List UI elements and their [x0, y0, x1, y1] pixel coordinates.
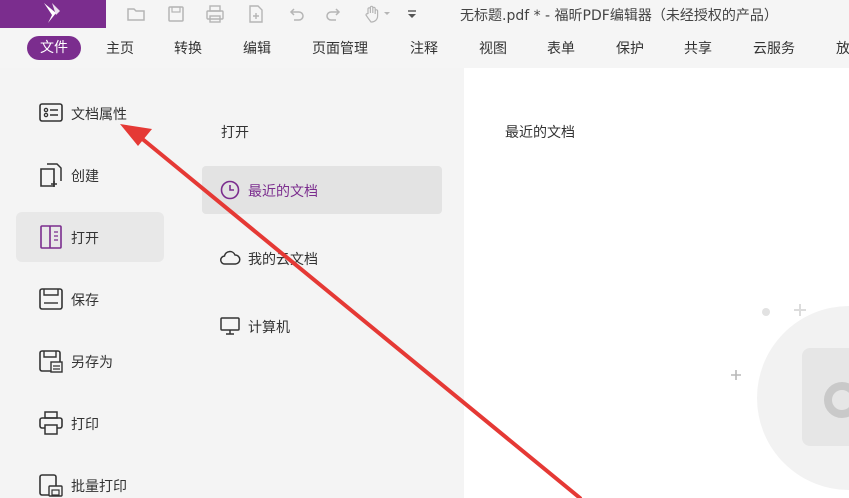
- computer-icon: [219, 315, 241, 337]
- file-sidebar: 文档属性 创建 打开 保存 另存为 打印 批量打印: [0, 68, 184, 498]
- menu-comment[interactable]: 注释: [410, 38, 438, 58]
- sidebar-item-save[interactable]: 保存: [16, 274, 164, 324]
- sidebar-item-label: 另存为: [71, 355, 113, 371]
- menu-protect[interactable]: 保护: [616, 38, 644, 58]
- sidebar-item-print[interactable]: 打印: [16, 398, 164, 448]
- menu-view[interactable]: 视图: [479, 38, 507, 58]
- sidebar-item-open[interactable]: 打开: [16, 212, 164, 262]
- document-properties-icon: [38, 100, 64, 126]
- create-document-icon: [38, 162, 64, 188]
- menu-cloud-service[interactable]: 云服务: [753, 38, 795, 58]
- open-item-label: 我的云文档: [248, 252, 318, 268]
- printer-icon: [38, 410, 64, 436]
- menu-bar: 文件 主页 转换 编辑 页面管理 注释 视图 表单 保护 共享 云服务 放: [0, 28, 849, 68]
- menu-page-management[interactable]: 页面管理: [312, 38, 368, 58]
- app-logo[interactable]: [0, 0, 106, 28]
- sidebar-item-batch-print[interactable]: 批量打印: [16, 460, 164, 498]
- sidebar-item-label: 创建: [71, 169, 99, 185]
- window-title: 无标题.pdf * - 福昕PDF编辑器（未经授权的产品）: [460, 8, 778, 24]
- menu-edit[interactable]: 编辑: [243, 38, 271, 58]
- hand-tool-icon[interactable]: [362, 4, 382, 24]
- save-icon[interactable]: [166, 4, 186, 24]
- empty-state-illustration-icon: [731, 304, 849, 490]
- recent-documents-area: 最近的文档: [464, 68, 849, 498]
- save-icon: [38, 286, 64, 312]
- menu-home[interactable]: 主页: [106, 38, 134, 58]
- folder-icon[interactable]: [126, 4, 146, 24]
- open-item-label: 最近的文档: [248, 184, 318, 200]
- sidebar-item-document-properties[interactable]: 文档属性: [16, 88, 164, 138]
- sidebar-item-label: 打印: [71, 417, 99, 433]
- customize-icon[interactable]: [405, 4, 419, 24]
- sidebar-item-label: 批量打印: [71, 479, 127, 495]
- new-file-icon[interactable]: [246, 4, 266, 24]
- open-book-icon: [38, 224, 64, 250]
- title-bar: 无标题.pdf * - 福昕PDF编辑器（未经授权的产品）: [0, 0, 849, 28]
- print-icon[interactable]: [205, 4, 225, 24]
- menu-share[interactable]: 共享: [684, 38, 712, 58]
- panel-title: 打开: [221, 125, 249, 141]
- redo-icon[interactable]: [324, 4, 344, 24]
- menu-form[interactable]: 表单: [547, 38, 575, 58]
- open-options-panel: 打开 最近的文档 我的云文档 计算机: [184, 68, 464, 498]
- open-item-recent-documents[interactable]: 最近的文档: [202, 166, 442, 214]
- sidebar-item-save-as[interactable]: 另存为: [16, 336, 164, 386]
- batch-print-icon: [38, 472, 64, 498]
- sidebar-item-label: 保存: [71, 293, 99, 309]
- menu-convert[interactable]: 转换: [174, 38, 202, 58]
- sidebar-item-label: 文档属性: [71, 107, 127, 123]
- menu-file[interactable]: 文件: [27, 36, 81, 60]
- sidebar-item-label: 打开: [71, 231, 99, 247]
- save-as-icon: [38, 348, 64, 374]
- cloud-icon: [219, 247, 241, 269]
- undo-icon[interactable]: [286, 4, 306, 24]
- open-item-label: 计算机: [248, 320, 290, 336]
- open-item-cloud-documents[interactable]: 我的云文档: [202, 234, 442, 282]
- menu-more[interactable]: 放: [836, 38, 849, 58]
- foxit-logo-icon: [44, 3, 60, 23]
- sidebar-item-create[interactable]: 创建: [16, 150, 164, 200]
- open-item-computer[interactable]: 计算机: [202, 302, 442, 350]
- dropdown-icon[interactable]: [382, 4, 392, 24]
- clock-icon: [219, 179, 241, 201]
